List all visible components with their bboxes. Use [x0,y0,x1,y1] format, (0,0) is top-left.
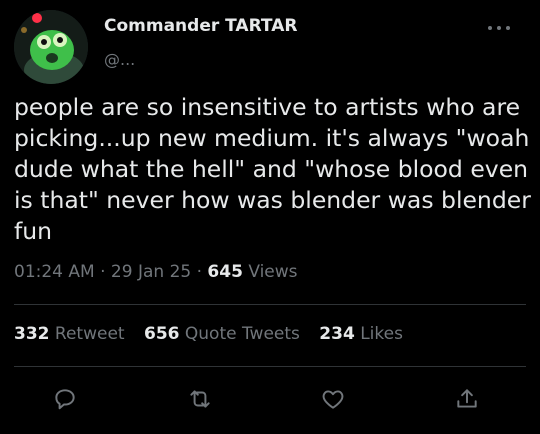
tweet: Commander TARTAR @... people are so inse… [0,0,540,434]
tweet-date[interactable]: 29 Jan 25 [111,262,191,282]
tweet-text: people are so insensitive to artists who… [14,93,531,245]
quotes-label: Quote Tweets [184,324,300,344]
views-count: 645 [207,262,243,282]
engagement-stats: 332 Retweet 656 Quote Tweets 234 Likes [14,324,417,344]
like-icon[interactable] [318,384,348,414]
share-icon[interactable] [452,384,482,414]
likes-stat[interactable]: 234 Likes [319,324,403,344]
meta-separator: · [196,262,203,282]
likes-count: 234 [319,324,355,344]
retweets-label: Retweet [54,324,125,344]
retweets-stat[interactable]: 332 Retweet [14,324,130,344]
more-horizontal-icon[interactable] [488,24,510,32]
retweets-count: 332 [14,324,50,344]
action-bar [0,384,540,420]
likes-label: Likes [360,324,403,344]
tweet-time[interactable]: 01:24 AM [14,262,95,282]
quotes-stat[interactable]: 656 Quote Tweets [144,324,305,344]
reply-icon[interactable] [50,384,80,414]
divider [14,304,526,305]
avatar[interactable] [14,10,88,84]
avatar-image [14,10,88,84]
handle[interactable]: @... [104,50,135,69]
divider [14,366,526,367]
display-name[interactable]: Commander TARTAR [104,16,297,36]
tweet-meta: 01:24 AM · 29 Jan 25 · 645 Views [14,262,298,282]
retweet-icon[interactable] [185,384,215,414]
meta-separator: · [100,262,106,282]
views-label: Views [248,262,298,282]
quotes-count: 656 [143,324,180,344]
